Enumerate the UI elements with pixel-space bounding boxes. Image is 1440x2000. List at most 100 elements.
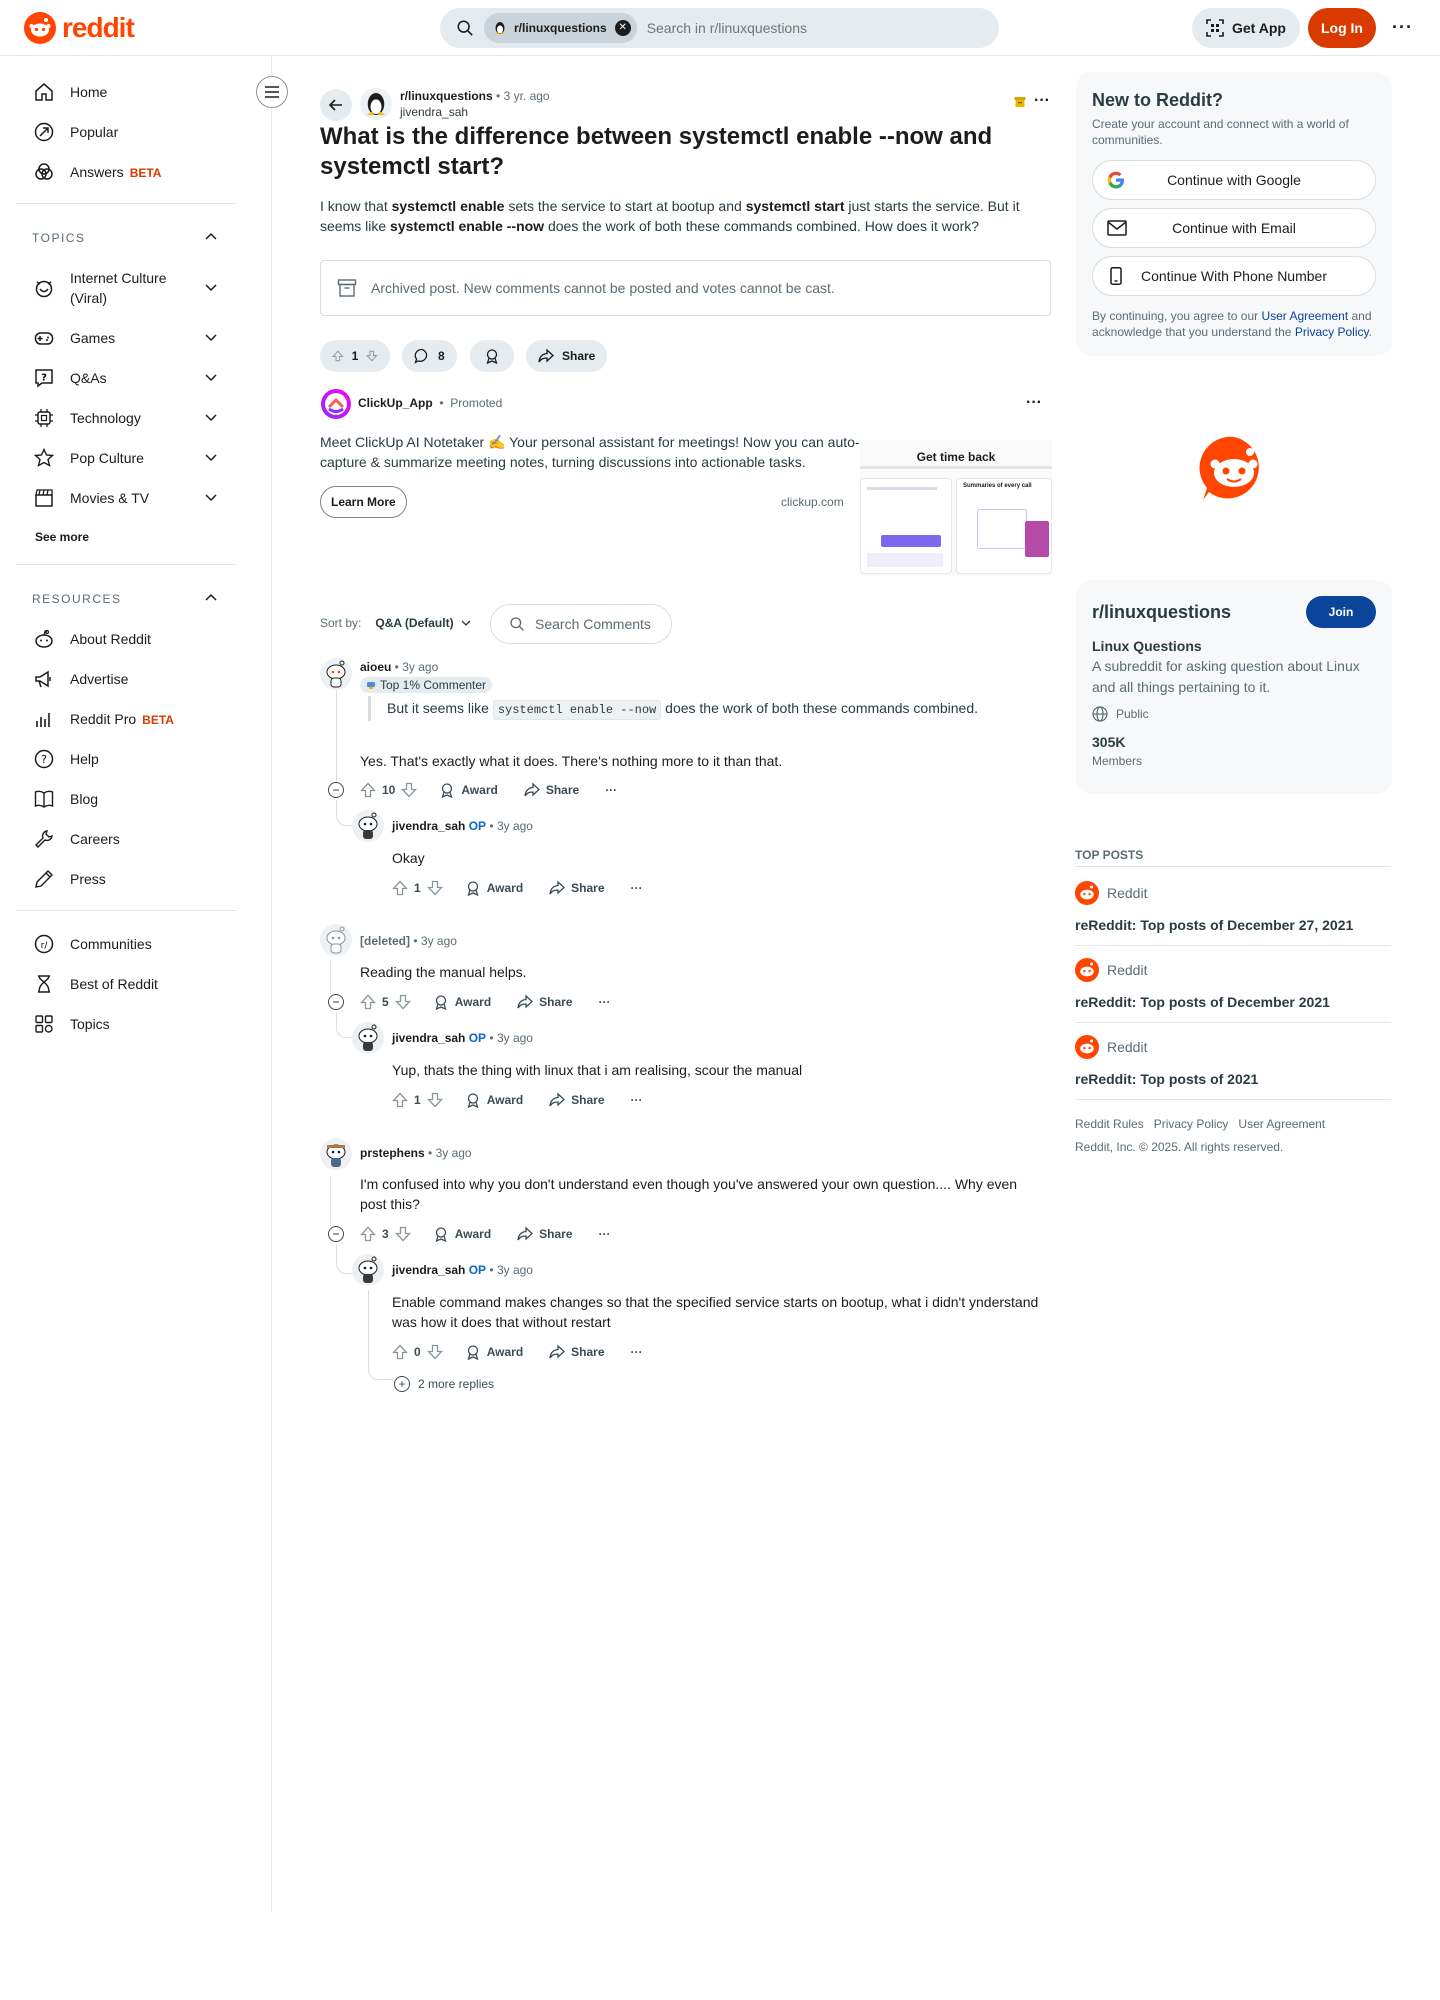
comment-author[interactable]: aioeu	[360, 660, 391, 674]
search-bar[interactable]: r/linuxquestions ✕	[440, 8, 999, 48]
downvote-icon[interactable]	[394, 994, 411, 1010]
upvote-icon[interactable]	[392, 1092, 408, 1108]
topics-header[interactable]: TOPICS	[32, 231, 85, 245]
sort-dropdown[interactable]: Q&A (Default)	[375, 616, 471, 630]
collapse-thread-button[interactable]: −	[328, 782, 344, 798]
sidebar-item-careers[interactable]: Careers	[32, 827, 120, 851]
comment-author[interactable]: jivendra_sah	[392, 1263, 465, 1277]
award-button[interactable]: Award	[433, 1226, 491, 1242]
award-button[interactable]: Award	[433, 994, 491, 1010]
chevron-up-icon[interactable]	[204, 230, 218, 244]
chevron-down-icon[interactable]	[204, 490, 218, 504]
sidebar-item-internet-culture[interactable]: Internet Culture (Viral)	[32, 268, 222, 308]
upvote-icon[interactable]	[360, 994, 376, 1010]
upvote-icon[interactable]	[392, 1344, 408, 1360]
share-button[interactable]: Share	[526, 340, 608, 372]
top-post-item[interactable]: Reddit reReddit: Top posts of 2021	[1075, 1035, 1391, 1087]
comment-author[interactable]: jivendra_sah	[392, 819, 465, 833]
sidebar-item-communities[interactable]: r/ Communities	[32, 932, 152, 956]
continue-email-button[interactable]: Continue with Email	[1092, 208, 1376, 248]
sidebar-item-about-reddit[interactable]: About Reddit	[32, 627, 151, 651]
search-input[interactable]	[646, 20, 907, 36]
comment-author[interactable]: prstephens	[360, 1146, 425, 1160]
clear-chip-icon[interactable]: ✕	[614, 20, 631, 36]
downvote-icon[interactable]	[394, 1226, 411, 1242]
share-button[interactable]: Share	[524, 782, 579, 798]
top-post-item[interactable]: Reddit reReddit: Top posts of December 2…	[1075, 958, 1391, 1010]
downvote-icon[interactable]	[426, 1344, 443, 1360]
award-button[interactable]: Award	[465, 1344, 523, 1360]
ad-domain[interactable]: clickup.com	[781, 495, 844, 509]
sidebar-item-help[interactable]: ? Help	[32, 747, 99, 771]
avatar[interactable]	[320, 1138, 352, 1170]
ad-image[interactable]: Get time back Summaries of every call	[860, 440, 1052, 576]
comment-overflow-icon[interactable]: ···	[631, 881, 643, 895]
downvote-icon[interactable]	[401, 782, 418, 798]
ad-overflow-icon[interactable]: ···	[1026, 394, 1042, 412]
subreddit-search-chip[interactable]: r/linuxquestions ✕	[484, 13, 637, 43]
award-button[interactable]: Award	[439, 782, 498, 798]
comment-overflow-icon[interactable]: ···	[599, 995, 611, 1009]
downvote-icon[interactable]	[426, 880, 443, 896]
sidebar-item-home[interactable]: Home	[32, 80, 107, 104]
share-button[interactable]: Share	[517, 1226, 573, 1242]
sidebar-item-advertise[interactable]: Advertise	[32, 667, 128, 691]
share-button[interactable]: Share	[549, 1344, 605, 1360]
comment-author[interactable]: jivendra_sah	[392, 1031, 465, 1045]
subreddit-link[interactable]: r/linuxquestions	[400, 89, 493, 103]
chevron-down-icon[interactable]	[204, 330, 218, 344]
see-more-link[interactable]: See more	[35, 530, 89, 544]
award-button[interactable]: Award	[465, 1092, 523, 1108]
search-comments-field[interactable]: Search Comments	[490, 604, 672, 644]
community-name[interactable]: r/linuxquestions	[1092, 602, 1231, 623]
chevron-down-icon[interactable]	[204, 450, 218, 464]
sidebar-item-answers[interactable]: Answers BETA	[32, 160, 161, 184]
post-author[interactable]: jivendra_sah	[400, 105, 468, 119]
sidebar-item-pop-culture[interactable]: Pop Culture	[32, 446, 144, 470]
avatar[interactable]	[352, 810, 384, 842]
sidebar-item-qas[interactable]: ? Q&As	[32, 366, 107, 390]
share-button[interactable]: Share	[549, 880, 605, 896]
sidebar-item-blog[interactable]: Blog	[32, 787, 98, 811]
user-agreement-link[interactable]: User Agreement	[1238, 1117, 1325, 1131]
sidebar-item-best-of-reddit[interactable]: Best of Reddit	[32, 972, 158, 996]
award-button[interactable]: Award	[465, 880, 523, 896]
chevron-down-icon[interactable]	[204, 410, 218, 424]
sidebar-item-games[interactable]: Games	[32, 326, 115, 350]
comments-button[interactable]: 8	[402, 340, 457, 372]
upvote-icon[interactable]	[360, 1226, 376, 1242]
comment-overflow-icon[interactable]: ···	[631, 1093, 643, 1107]
sidebar-item-technology[interactable]: Technology	[32, 406, 141, 430]
learn-more-button[interactable]: Learn More	[320, 486, 407, 518]
sidebar-toggle-button[interactable]	[256, 76, 288, 108]
user-agreement-link[interactable]: User Agreement	[1261, 309, 1348, 323]
share-button[interactable]: Share	[549, 1092, 605, 1108]
continue-phone-button[interactable]: Continue With Phone Number	[1092, 256, 1376, 296]
sidebar-item-press[interactable]: Press	[32, 867, 106, 891]
sidebar-item-popular[interactable]: Popular	[32, 120, 118, 144]
avatar[interactable]	[352, 1254, 384, 1286]
top-post-item[interactable]: Reddit reReddit: Top posts of December 2…	[1075, 881, 1391, 933]
comment-overflow-icon[interactable]: ···	[605, 783, 617, 797]
more-replies-button[interactable]: + 2 more replies	[394, 1376, 494, 1392]
collapse-thread-button[interactable]: −	[328, 994, 344, 1010]
reddit-rules-link[interactable]: Reddit Rules	[1075, 1117, 1144, 1131]
resources-header[interactable]: RESOURCES	[32, 592, 122, 606]
collapse-thread-button[interactable]: −	[328, 1226, 344, 1242]
subreddit-avatar[interactable]	[360, 88, 392, 120]
downvote-icon[interactable]	[426, 1092, 443, 1108]
upvote-icon[interactable]	[332, 348, 344, 364]
continue-google-button[interactable]: Continue with Google	[1092, 160, 1376, 200]
more-options-icon[interactable]: ···	[1392, 17, 1413, 38]
privacy-policy-link[interactable]: Privacy Policy	[1295, 325, 1369, 339]
chevron-down-icon[interactable]	[204, 370, 218, 384]
advertiser-avatar[interactable]	[320, 388, 352, 420]
comment-overflow-icon[interactable]: ···	[631, 1345, 643, 1359]
back-button[interactable]	[320, 89, 352, 121]
upvote-icon[interactable]	[360, 782, 376, 798]
award-button[interactable]	[470, 340, 514, 372]
upvote-icon[interactable]	[392, 880, 408, 896]
privacy-policy-link[interactable]: Privacy Policy	[1154, 1117, 1229, 1131]
join-button[interactable]: Join	[1306, 596, 1376, 628]
chevron-up-icon[interactable]	[204, 591, 218, 605]
